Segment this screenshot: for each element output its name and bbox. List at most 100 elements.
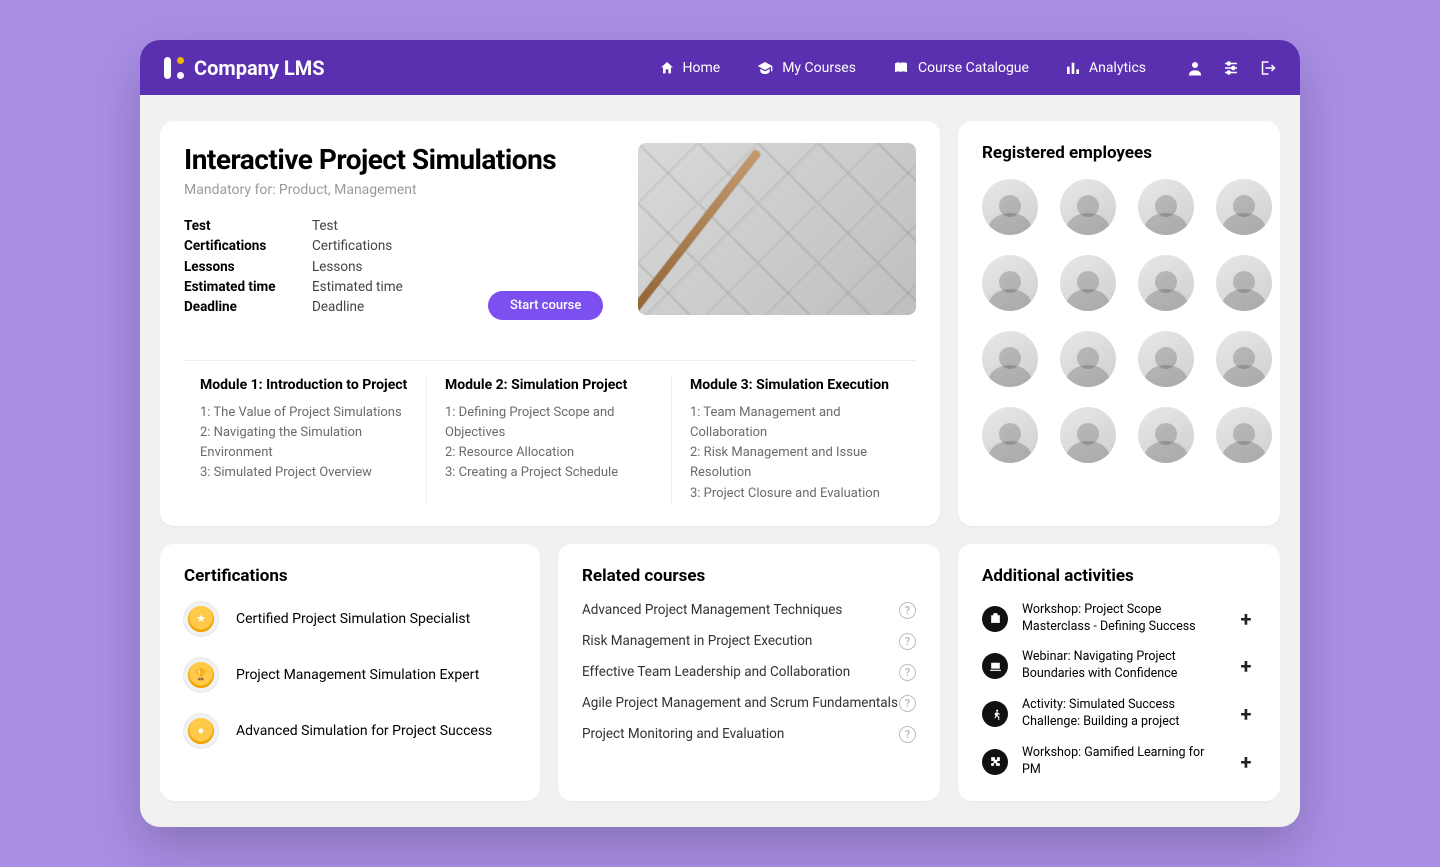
employee-avatar[interactable]: [1138, 407, 1194, 463]
course-subtitle: Mandatory for: Product, Management: [184, 182, 614, 198]
nav-catalogue[interactable]: Course Catalogue: [892, 60, 1029, 76]
help-icon[interactable]: ?: [899, 664, 916, 681]
module-item[interactable]: 2: Navigating the Simulation Environment: [200, 423, 408, 463]
module-title: Module 2: Simulation Project: [445, 377, 653, 393]
activities-title: Additional activities: [982, 566, 1256, 586]
certification-item[interactable]: ★ Certified Project Simulation Specialis…: [184, 602, 516, 636]
module-item[interactable]: 3: Creating a Project Schedule: [445, 463, 653, 483]
add-activity-button[interactable]: +: [1236, 702, 1256, 726]
module-title: Module 3: Simulation Execution: [690, 377, 898, 393]
puzzle-icon: [982, 749, 1008, 775]
certifications-title: Certifications: [184, 566, 516, 586]
certification-label: Certified Project Simulation Specialist: [236, 611, 470, 627]
help-icon[interactable]: ?: [899, 726, 916, 743]
graduation-icon: [756, 60, 774, 76]
module-item[interactable]: 3: Simulated Project Overview: [200, 463, 408, 483]
employee-avatar[interactable]: [1060, 179, 1116, 235]
help-icon[interactable]: ?: [899, 602, 916, 619]
employee-avatar[interactable]: [982, 179, 1038, 235]
module-item[interactable]: 1: Team Management and Collaboration: [690, 403, 898, 443]
book-icon: [892, 60, 910, 76]
add-activity-button[interactable]: +: [1236, 607, 1256, 631]
activity-label: Webinar: Navigating Project Boundaries w…: [1022, 649, 1222, 683]
employee-avatar[interactable]: [1216, 179, 1272, 235]
meta-key: Deadline: [184, 297, 312, 317]
related-courses-card: Related courses Advanced Project Managem…: [558, 544, 940, 801]
meta-value: Deadline: [312, 297, 364, 317]
logout-icon[interactable]: [1258, 59, 1276, 77]
module-item[interactable]: 2: Risk Management and Issue Resolution: [690, 443, 898, 483]
employee-avatar[interactable]: [1216, 407, 1272, 463]
meta-key: Certifications: [184, 236, 312, 256]
module-item[interactable]: 1: Defining Project Scope and Objectives: [445, 403, 653, 443]
employee-avatar[interactable]: [1138, 331, 1194, 387]
run-icon: [982, 701, 1008, 727]
activity-item: Activity: Simulated Success Challenge: B…: [982, 697, 1256, 731]
activity-item: Webinar: Navigating Project Boundaries w…: [982, 649, 1256, 683]
module-item[interactable]: 3: Project Closure and Evaluation: [690, 484, 898, 504]
course-hero-image: [638, 143, 916, 315]
briefcase-icon: [982, 606, 1008, 632]
module-title: Module 1: Introduction to Project: [200, 377, 408, 393]
meta-key: Estimated time: [184, 277, 312, 297]
main-nav: Home My Courses Course Catalogue Analyti…: [659, 60, 1147, 76]
topbar: Company LMS Home My Courses Course Catal…: [140, 40, 1300, 95]
module-column: Module 1: Introduction to Project 1: The…: [184, 377, 426, 504]
related-title: Related courses: [582, 566, 916, 586]
related-course-item[interactable]: Project Monitoring and Evaluation?: [582, 726, 916, 743]
star-badge-icon: ★: [184, 602, 218, 636]
employee-avatar[interactable]: [982, 407, 1038, 463]
activity-label: Activity: Simulated Success Challenge: B…: [1022, 697, 1222, 731]
meta-value: Certifications: [312, 236, 392, 256]
home-icon: [659, 60, 675, 76]
related-course-item[interactable]: Agile Project Management and Scrum Funda…: [582, 695, 916, 712]
settings-icon[interactable]: [1222, 59, 1240, 77]
employee-avatar[interactable]: [1138, 255, 1194, 311]
related-course-item[interactable]: Risk Management in Project Execution?: [582, 633, 916, 650]
start-course-button[interactable]: Start course: [488, 291, 603, 320]
nav-analytics[interactable]: Analytics: [1065, 60, 1146, 76]
employee-avatar[interactable]: [982, 255, 1038, 311]
add-activity-button[interactable]: +: [1236, 654, 1256, 678]
course-title: Interactive Project Simulations: [184, 143, 614, 176]
nav-my-courses[interactable]: My Courses: [756, 60, 856, 76]
employee-avatar[interactable]: [1138, 179, 1194, 235]
activity-label: Workshop: Gamified Learning for PM: [1022, 745, 1222, 779]
nav-analytics-label: Analytics: [1089, 60, 1146, 76]
module-item[interactable]: 1: The Value of Project Simulations: [200, 403, 408, 423]
employee-avatar[interactable]: [982, 331, 1038, 387]
dot-badge-icon: ●: [184, 714, 218, 748]
activity-label: Workshop: Project Scope Masterclass - De…: [1022, 602, 1222, 636]
trophy-badge-icon: 🏆: [184, 658, 218, 692]
related-course-label: Agile Project Management and Scrum Funda…: [582, 695, 898, 711]
brand-logo[interactable]: Company LMS: [164, 56, 325, 80]
employee-avatar[interactable]: [1216, 331, 1272, 387]
nav-home[interactable]: Home: [659, 60, 721, 76]
related-course-item[interactable]: Effective Team Leadership and Collaborat…: [582, 664, 916, 681]
related-course-label: Advanced Project Management Techniques: [582, 602, 842, 618]
nav-my-courses-label: My Courses: [782, 60, 856, 76]
employee-avatar[interactable]: [1060, 255, 1116, 311]
meta-value: Estimated time: [312, 277, 403, 297]
employee-avatar-grid: [982, 179, 1256, 463]
certification-item[interactable]: 🏆 Project Management Simulation Expert: [184, 658, 516, 692]
related-course-item[interactable]: Advanced Project Management Techniques?: [582, 602, 916, 619]
help-icon[interactable]: ?: [899, 695, 916, 712]
module-item[interactable]: 2: Resource Allocation: [445, 443, 653, 463]
help-icon[interactable]: ?: [899, 633, 916, 650]
chart-icon: [1065, 60, 1081, 76]
topbar-actions: [1186, 59, 1276, 77]
user-icon[interactable]: [1186, 59, 1204, 77]
module-column: Module 2: Simulation Project 1: Defining…: [426, 377, 671, 504]
module-column: Module 3: Simulation Execution 1: Team M…: [671, 377, 916, 504]
nav-catalogue-label: Course Catalogue: [918, 60, 1029, 76]
meta-key: Lessons: [184, 257, 312, 277]
employee-avatar[interactable]: [1060, 407, 1116, 463]
certification-item[interactable]: ● Advanced Simulation for Project Succes…: [184, 714, 516, 748]
employee-avatar[interactable]: [1060, 331, 1116, 387]
employee-avatar[interactable]: [1216, 255, 1272, 311]
course-overview-card: Interactive Project Simulations Mandator…: [160, 121, 940, 526]
add-activity-button[interactable]: +: [1236, 750, 1256, 774]
logo-icon: [164, 57, 184, 79]
laptop-icon: [982, 653, 1008, 679]
